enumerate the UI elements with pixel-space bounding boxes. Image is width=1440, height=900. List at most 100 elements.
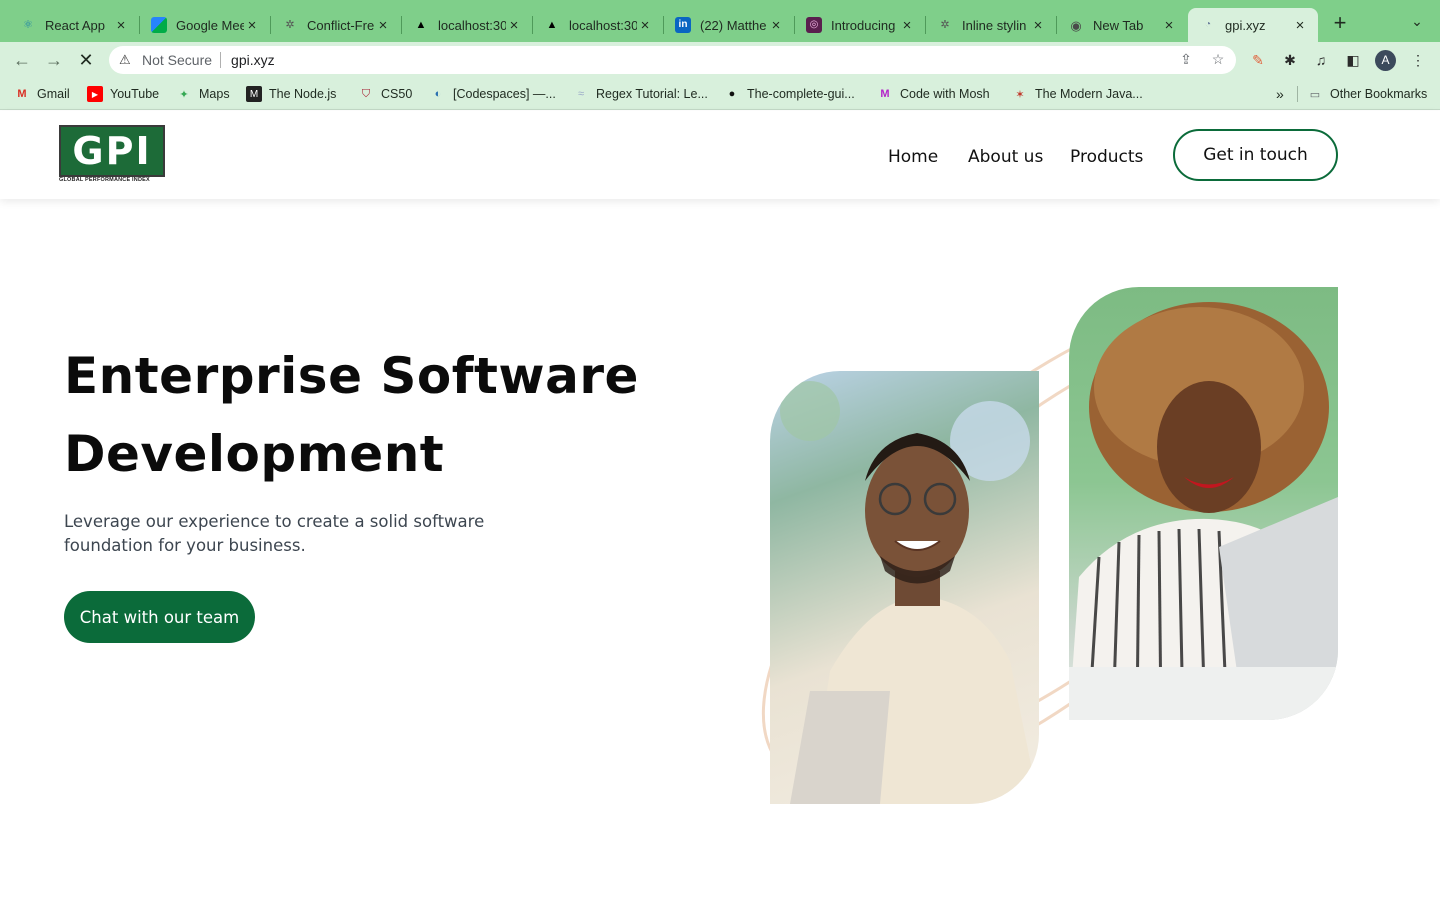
bookmark-label: YouTube	[110, 87, 160, 101]
tab-localhost-1[interactable]: ▲ localhost:30 ×	[401, 8, 532, 42]
maps-icon: ✦	[179, 88, 189, 101]
close-icon[interactable]: ×	[768, 17, 784, 34]
bookmark-youtube[interactable]: ▶ YouTube	[87, 86, 159, 102]
bookmark-label: The Modern Java...	[1035, 87, 1143, 101]
youtube-icon: ▶	[87, 86, 103, 102]
other-bookmarks[interactable]: ▭ Other Bookmarks	[1307, 86, 1427, 102]
man-figure	[780, 381, 1039, 804]
other-bookmarks-label: Other Bookmarks	[1330, 87, 1428, 101]
regex-icon: ≈	[577, 88, 585, 100]
photo-woman-with-laptop	[1069, 287, 1338, 720]
chrome-icon: ◉	[1070, 17, 1082, 33]
bookmark-label: [Codespaces] —...	[453, 87, 556, 101]
address-bar[interactable]: ⚠ Not Secure gpi.xyz ⇪ ☆	[109, 46, 1236, 74]
new-tab-icon[interactable]: +	[1328, 12, 1352, 36]
close-icon[interactable]: ×	[506, 17, 522, 34]
tab-react-app[interactable]: ⚛ React App ×	[8, 8, 139, 42]
bookmark-star-icon[interactable]: ☆	[1209, 51, 1227, 69]
bookmark-cs50[interactable]: ⛉ CS50	[358, 86, 412, 102]
tab-title: (22) Matthe	[700, 17, 767, 33]
close-icon[interactable]: ×	[113, 17, 129, 34]
url-text[interactable]: gpi.xyz	[231, 52, 275, 68]
logo-letters: GPI	[72, 129, 152, 173]
bookmark-javascript-info[interactable]: ✶ The Modern Java...	[1012, 86, 1143, 102]
nav-products[interactable]: Products	[1070, 147, 1143, 167]
close-icon[interactable]: ×	[899, 17, 915, 34]
hero-title: Enterprise Software Development	[64, 337, 684, 493]
stop-loading-icon[interactable]: ✕	[74, 49, 98, 71]
bookmark-label: Gmail	[37, 87, 70, 101]
site-icon: ◔	[1204, 19, 1212, 30]
extensions-puzzle-icon[interactable]: ✱	[1281, 51, 1299, 69]
linkedin-icon: in	[675, 17, 691, 33]
tab-title: localhost:30	[569, 17, 637, 33]
bookmark-maps[interactable]: ✦ Maps	[176, 86, 230, 102]
tab-gpi-active[interactable]: ◔ gpi.xyz ×	[1188, 8, 1318, 42]
github-icon: ●	[728, 88, 736, 100]
chat-with-our-team-button[interactable]: Chat with our team	[64, 591, 255, 643]
hero-title-line-2: Development	[64, 425, 445, 483]
security-label: Not Secure	[142, 52, 213, 68]
vercel-triangle-icon: ▲	[546, 18, 558, 31]
nav-about-us[interactable]: About us	[968, 147, 1043, 167]
javascript-info-icon: ✶	[1015, 88, 1025, 101]
bookmark-gmail[interactable]: M Gmail	[14, 86, 70, 102]
tab-title: Google Mee	[176, 17, 244, 33]
hero-illustration	[700, 280, 1400, 840]
logo-subtitle: GLOBAL PERFORMANCE INDEX	[59, 177, 150, 183]
side-panel-icon[interactable]: ◧	[1344, 51, 1362, 69]
bookmark-nodejs[interactable]: M The Node.js	[246, 86, 336, 102]
bookmark-mosh[interactable]: M Code with Mosh	[877, 86, 990, 102]
extension-pen-icon[interactable]: ✎	[1249, 51, 1267, 69]
openai-icon: ✲	[940, 18, 950, 31]
logo-mark: GPI	[59, 125, 165, 177]
hero-title-line-1: Enterprise Software	[64, 347, 639, 405]
bookmark-label: Maps	[199, 87, 230, 101]
tab-new-tab[interactable]: ◉ New Tab ×	[1056, 8, 1187, 42]
get-in-touch-button[interactable]: Get in touch	[1173, 129, 1338, 181]
profile-avatar[interactable]: A	[1375, 50, 1396, 71]
tab-linkedin[interactable]: in (22) Matthe ×	[663, 8, 794, 42]
close-icon[interactable]: ×	[1030, 17, 1046, 34]
bookmarks-overflow-chevron-icon[interactable]: »	[1276, 86, 1284, 102]
bookmark-codespaces[interactable]: ◐ [Codespaces] —...	[430, 86, 556, 102]
tab-introducing[interactable]: ◎ Introducing ×	[794, 8, 925, 42]
close-icon[interactable]: ×	[1161, 17, 1177, 34]
node-icon: M	[246, 86, 262, 102]
close-icon[interactable]: ×	[244, 17, 260, 34]
warning-icon: ⚠	[119, 52, 131, 67]
tab-search-chevron-icon[interactable]: ⌄	[1406, 13, 1428, 35]
vercel-triangle-icon: ▲	[415, 18, 427, 31]
close-icon[interactable]: ×	[375, 17, 391, 34]
app-icon: ◎	[806, 17, 822, 33]
gpi-logo[interactable]: GPI GLOBAL PERFORMANCE INDEX	[59, 125, 165, 185]
bookmark-regex[interactable]: ≈ Regex Tutorial: Le...	[573, 86, 708, 102]
share-icon[interactable]: ⇪	[1177, 51, 1195, 69]
close-icon[interactable]: ×	[1292, 17, 1308, 34]
bookmark-label: Regex Tutorial: Le...	[596, 87, 708, 101]
kebab-menu-icon[interactable]: ⋮	[1409, 51, 1427, 69]
bookmark-label: The-complete-gui...	[747, 87, 855, 101]
forward-arrow-icon[interactable]: →	[42, 49, 66, 71]
tab-strip: ⚛ React App × Google Mee × ✲ Conflict-Fr…	[0, 0, 1440, 42]
mosh-icon: M	[880, 88, 890, 100]
tab-title: localhost:30	[438, 17, 506, 33]
tab-title: React App	[45, 17, 105, 33]
bookmark-github[interactable]: ● The-complete-gui...	[724, 86, 855, 102]
omnibox-divider	[220, 52, 222, 68]
tab-inline-styling[interactable]: ✲ Inline stylin ×	[925, 8, 1056, 42]
tab-conflict-free[interactable]: ✲ Conflict-Fre ×	[270, 8, 401, 42]
bookmarks-divider	[1297, 86, 1298, 102]
tab-google-meet[interactable]: Google Mee ×	[139, 8, 270, 42]
bookmark-label: Code with Mosh	[900, 87, 990, 101]
close-icon[interactable]: ×	[637, 17, 653, 34]
media-control-icon[interactable]: ♫	[1312, 51, 1330, 69]
woman-figure	[1069, 302, 1338, 720]
browser-toolbar: ← → ✕ ⚠ Not Secure gpi.xyz ⇪ ☆ ✎ ✱ ♫ ◧ A…	[0, 42, 1440, 78]
tab-title: Inline stylin	[962, 17, 1027, 33]
gmail-icon: M	[17, 88, 27, 100]
tab-title: gpi.xyz	[1225, 17, 1266, 33]
nav-home[interactable]: Home	[888, 147, 938, 167]
tab-localhost-2[interactable]: ▲ localhost:30 ×	[532, 8, 663, 42]
back-arrow-icon[interactable]: ←	[10, 49, 34, 71]
